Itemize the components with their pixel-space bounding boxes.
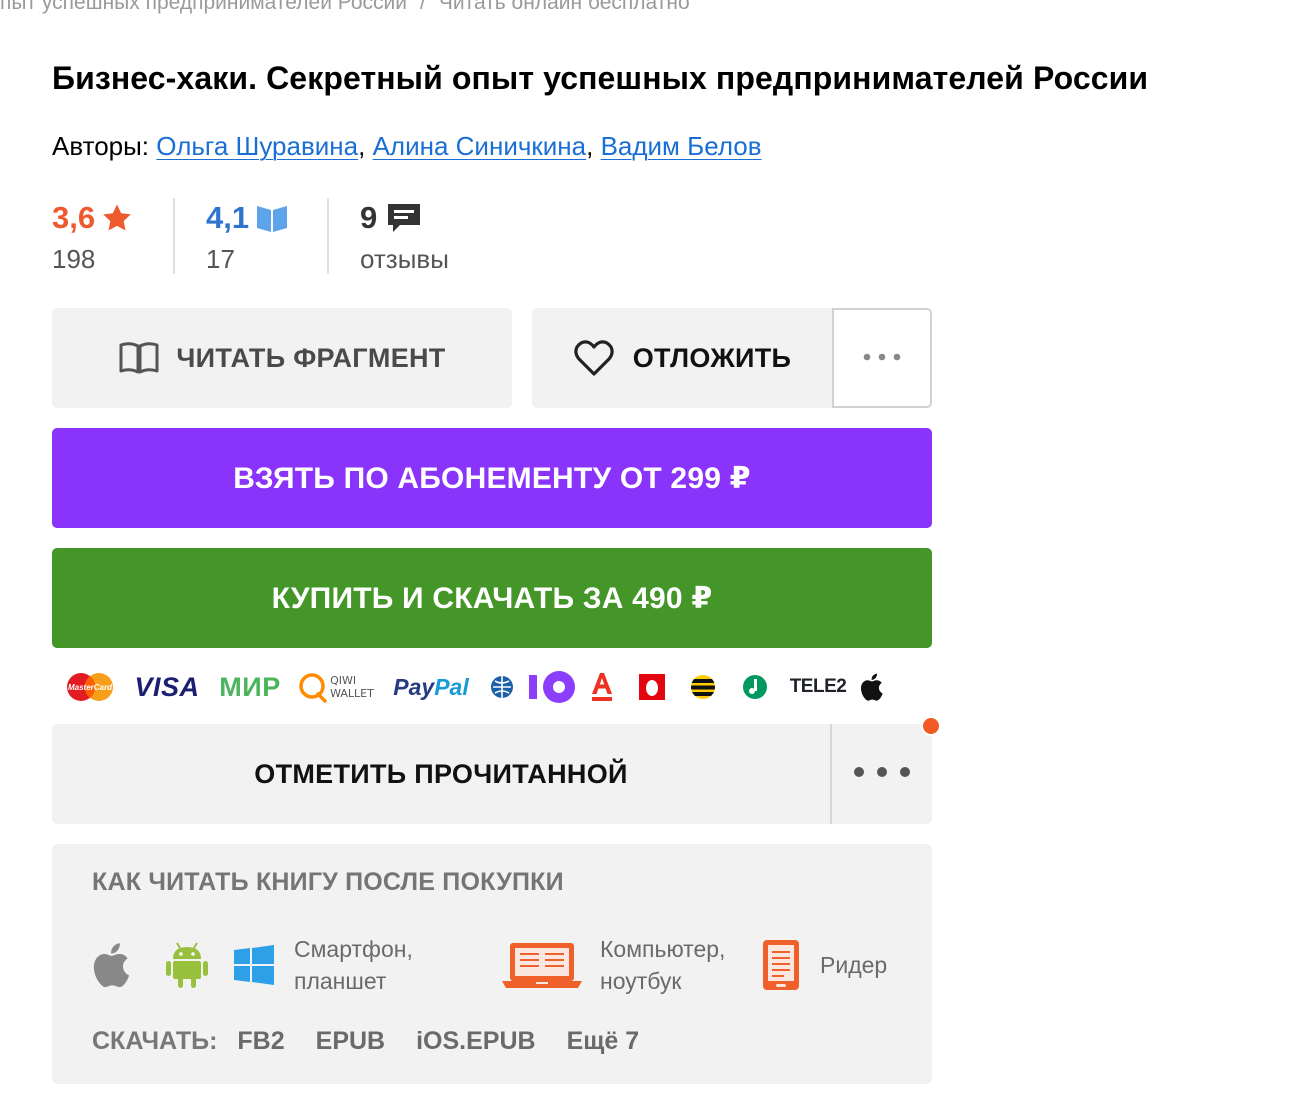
author-link[interactable]: Алина Синичкина — [373, 131, 587, 161]
book-icon — [255, 203, 289, 233]
laptop-icon[interactable] — [502, 930, 582, 1000]
tele2-icon: TELE2 — [784, 663, 852, 711]
buy-button[interactable]: КУПИТЬ И СКАЧАТЬ ЗА 490 ₽ — [52, 548, 932, 648]
how-to-read-panel: КАК ЧИТАТЬ КНИГУ ПОСЛЕ ПОКУПКИ Смартфон,… — [52, 844, 932, 1084]
breadcrumb-current: Читать онлайн бесплатно — [438, 0, 690, 14]
smartphone-option[interactable]: Смартфон, планшет — [294, 930, 413, 1000]
how-to-read-title: КАК ЧИТАТЬ КНИГУ ПОСЛЕ ПОКУПКИ — [92, 868, 564, 896]
visa-icon: VISA — [124, 663, 210, 711]
webmoney-icon — [480, 663, 524, 711]
litres-rating-count: 198 — [52, 244, 96, 274]
ereader-icon[interactable] — [762, 930, 800, 1000]
qiwi-label-bottom: WALLET — [330, 687, 374, 700]
authors-line: Авторы: Ольга Шуравина, Алина Синичкина,… — [52, 131, 762, 161]
yoomoney-icon — [524, 663, 580, 711]
format-link-ios-epub[interactable]: iOS.EPUB — [416, 1027, 535, 1056]
reviews-label: отзывы — [360, 244, 449, 274]
breadcrumb-separator: / — [419, 0, 426, 14]
paypal-label-b: Pal — [434, 673, 469, 700]
star-icon — [101, 202, 133, 234]
mastercard-label: MasterCard — [68, 683, 113, 692]
paypal-icon: Pay Pal — [382, 663, 480, 711]
mastercard-icon: MasterCard — [52, 663, 124, 711]
ellipsis-icon — [862, 349, 902, 367]
reader-option[interactable]: Ридер — [820, 930, 887, 1000]
breadcrumb-prev-link[interactable]: пыт успешных предпринимателей России — [0, 0, 407, 14]
author-link[interactable]: Ольга Шуравина — [156, 131, 358, 161]
smartphone-label-line2: планшет — [294, 968, 387, 994]
format-link-epub[interactable]: EPUB — [316, 1027, 385, 1056]
action-row: ЧИТАТЬ ФРАГМЕНТ ОТЛОЖИТЬ — [52, 308, 932, 408]
ellipsis-icon — [853, 765, 911, 783]
beeline-icon — [680, 663, 726, 711]
computer-label-line2: ноутбук — [600, 968, 682, 994]
book-title: Бизнес-хаки. Секретный опыт успешных пре… — [52, 60, 1149, 96]
reviews-count[interactable]: 9 отзывы — [327, 198, 449, 274]
heart-icon — [573, 339, 615, 377]
more-options-button[interactable] — [832, 308, 932, 408]
visa-label: VISA — [134, 671, 200, 702]
notification-dot — [921, 716, 941, 736]
device-list: Смартфон, планшет Компьютер, ноутбук Рид… — [92, 930, 912, 1000]
authors-label: Авторы: — [52, 131, 150, 161]
reviews-count-value: 9 — [360, 200, 378, 235]
tele2-label: TELE2 — [789, 676, 847, 697]
postpone-label: ОТЛОЖИТЬ — [632, 342, 792, 373]
download-label: СКАЧАТЬ: — [92, 1027, 218, 1055]
comment-icon — [386, 201, 422, 235]
litres-rating[interactable]: 3,6 198 — [52, 198, 173, 274]
read-fragment-button[interactable]: ЧИТАТЬ ФРАГМЕНТ — [52, 308, 512, 408]
litres-rating-value: 3,6 — [52, 200, 96, 235]
apple-icon[interactable] — [92, 930, 138, 1000]
paypal-label-a: Pay — [393, 673, 435, 700]
smartphone-label-line1: Смартфон, — [294, 936, 413, 962]
subscribe-button[interactable]: ВЗЯТЬ ПО АБОНЕМЕНТУ ОТ 299 ₽ — [52, 428, 932, 528]
read-fragment-label: ЧИТАТЬ ФРАГМЕНТ — [176, 342, 446, 373]
mark-read-row: ОТМЕТИТЬ ПРОЧИТАННОЙ — [52, 716, 941, 824]
mir-label: МИР — [219, 671, 281, 702]
postpone-button[interactable]: ОТЛОЖИТЬ — [532, 308, 832, 408]
reader-label: Ридер — [820, 952, 888, 978]
apple-pay-icon — [852, 663, 896, 711]
download-formats: СКАЧАТЬ: FB2 EPUB iOS.EPUB Ещё 7 — [92, 1027, 670, 1056]
alfabank-icon — [580, 663, 624, 711]
more-actions-button[interactable] — [830, 724, 932, 824]
open-book-icon — [118, 341, 160, 375]
mir-icon: МИР — [210, 663, 290, 711]
megafon-icon — [726, 663, 784, 711]
format-link-fb2[interactable]: FB2 — [237, 1027, 284, 1056]
author-link[interactable]: Вадим Белов — [601, 131, 762, 161]
livelib-rating-count: 17 — [206, 244, 235, 274]
computer-option[interactable]: Компьютер, ноутбук — [600, 930, 725, 1000]
android-icon[interactable] — [164, 930, 210, 1000]
livelib-rating-value: 4,1 — [206, 200, 250, 235]
windows-icon[interactable] — [234, 930, 274, 1000]
qiwi-label-top: QIWI — [330, 674, 357, 687]
payment-methods: MasterCard VISA МИР QIWI WALLET Pay Pal T… — [52, 663, 932, 711]
mark-read-button[interactable]: ОТМЕТИТЬ ПРОЧИТАННОЙ — [52, 724, 830, 824]
computer-label-line1: Компьютер, — [600, 936, 726, 962]
mts-icon — [624, 663, 680, 711]
livelib-rating[interactable]: 4,1 17 — [173, 198, 327, 274]
more-formats-link[interactable]: Ещё 7 — [567, 1027, 640, 1056]
qiwi-icon: QIWI WALLET — [290, 663, 382, 711]
breadcrumb: пыт успешных предпринимателей России / Чит… — [0, 0, 690, 18]
ratings-row: 3,6 198 4,1 17 9 отзывы — [52, 198, 449, 278]
